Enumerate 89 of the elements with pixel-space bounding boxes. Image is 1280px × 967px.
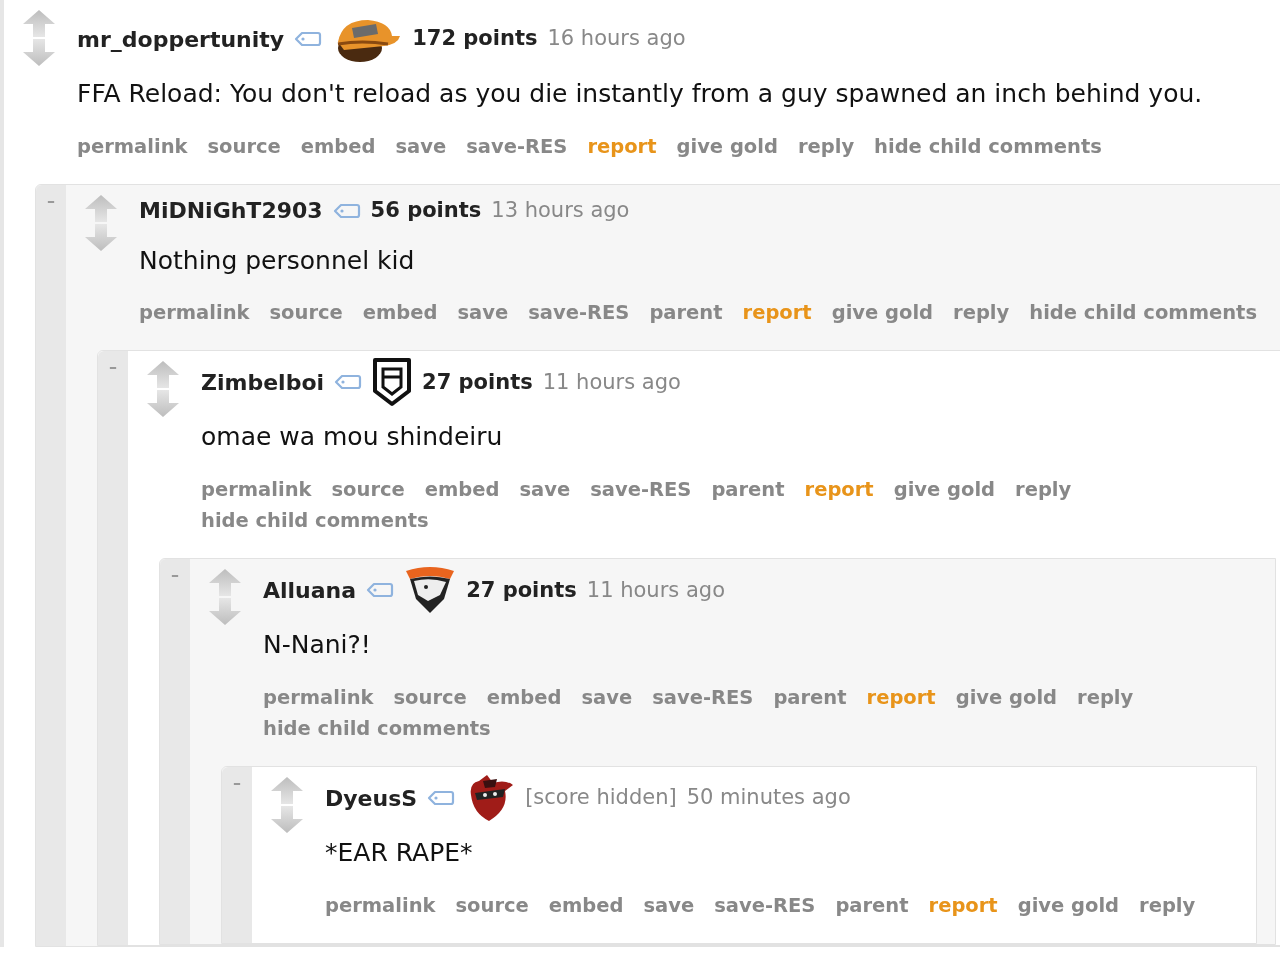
score-text: 172 points [412, 25, 538, 53]
action-link[interactable]: save-RES [652, 681, 754, 713]
action-link[interactable]: report [742, 297, 812, 329]
action-link[interactable]: embed [300, 130, 376, 162]
action-link[interactable]: report [928, 889, 998, 921]
action-link[interactable]: give gold [1017, 889, 1120, 921]
action-link[interactable]: parent [773, 681, 847, 713]
username-link[interactable]: Alluana [263, 573, 357, 607]
action-link[interactable]: source [393, 681, 467, 713]
tag-icon[interactable] [294, 31, 323, 47]
action-link[interactable]: save-RES [528, 297, 630, 329]
comment-text: Nothing personnel kid [139, 244, 416, 277]
action-link[interactable]: give gold [893, 473, 996, 506]
action-link[interactable]: save-RES [590, 473, 692, 506]
action-link[interactable]: save [519, 473, 571, 506]
username-link[interactable]: Zimbelboi [201, 365, 325, 399]
action-link[interactable]: reply [1077, 681, 1134, 713]
action-link[interactable]: save-RES [466, 130, 568, 162]
action-link[interactable]: parent [711, 473, 785, 506]
action-link[interactable]: reply [1015, 473, 1072, 506]
collapse-toggle[interactable]: – [233, 775, 241, 792]
action-link[interactable]: hide child comments [874, 130, 1102, 162]
action-link[interactable]: save [395, 130, 447, 162]
action-link[interactable]: embed [362, 297, 438, 329]
action-link[interactable]: reply [953, 297, 1010, 329]
comment-text: *EAR RAPE* [325, 837, 474, 870]
shield-icon [372, 357, 413, 408]
emblem-icon [404, 565, 457, 616]
action-link[interactable]: permalink [201, 473, 312, 506]
tag-icon[interactable] [427, 790, 456, 807]
action-link[interactable]: embed [486, 681, 562, 713]
action-link[interactable]: hide child comments [1029, 297, 1257, 329]
tag-icon[interactable] [334, 374, 363, 391]
upvote-arrow-icon[interactable] [209, 569, 241, 597]
action-link[interactable]: report [804, 473, 874, 506]
timestamp-text: 16 hours ago [547, 25, 686, 53]
timestamp-text: 50 minutes ago [686, 784, 851, 812]
action-link[interactable]: source [455, 889, 529, 921]
action-link[interactable]: permalink [325, 889, 436, 921]
timestamp-text: 11 hours ago [542, 368, 681, 396]
collapse-toggle[interactable]: – [47, 192, 55, 209]
action-link[interactable]: report [866, 681, 936, 713]
downvote-arrow-icon[interactable] [23, 39, 55, 66]
score-text: 27 points [422, 368, 533, 396]
action-link[interactable]: permalink [139, 297, 250, 329]
tag-icon[interactable] [332, 202, 361, 219]
downvote-arrow-icon[interactable] [147, 390, 179, 418]
tag-icon[interactable] [366, 582, 395, 599]
action-link[interactable]: source [331, 473, 405, 506]
username-link[interactable]: mr_doppertunity [77, 22, 285, 56]
action-link[interactable]: reply [797, 130, 855, 162]
action-link[interactable]: give gold [955, 681, 1058, 713]
action-link[interactable]: permalink [263, 681, 374, 713]
upvote-arrow-icon[interactable] [85, 194, 117, 222]
action-link[interactable]: source [207, 130, 281, 162]
action-link[interactable]: source [269, 297, 343, 329]
action-link[interactable]: give gold [831, 297, 934, 329]
upvote-arrow-icon[interactable] [147, 361, 179, 389]
action-link[interactable]: save [643, 889, 695, 921]
action-link[interactable]: save-RES [714, 889, 816, 921]
timestamp-text: 13 hours ago [491, 196, 630, 224]
timestamp-text: 11 hours ago [586, 576, 725, 604]
action-link[interactable]: embed [548, 889, 624, 921]
action-link[interactable]: permalink [77, 130, 188, 162]
upvote-arrow-icon[interactable] [23, 10, 55, 37]
downvote-arrow-icon[interactable] [209, 598, 241, 626]
collapse-toggle[interactable]: – [171, 567, 179, 584]
action-link[interactable]: reply [1139, 889, 1196, 921]
comment-text: FFA Reload: You don't reload as you die instantly from a guy spawned an inch behind you. [77, 78, 1204, 110]
username-link[interactable]: DyeusS [325, 781, 418, 815]
action-link[interactable]: embed [424, 473, 500, 506]
upvote-arrow-icon[interactable] [271, 777, 303, 805]
downvote-arrow-icon[interactable] [85, 223, 117, 251]
action-link[interactable]: give gold [676, 130, 778, 162]
action-link[interactable]: save [457, 297, 509, 329]
action-link[interactable]: report [587, 130, 657, 162]
action-link[interactable]: parent [835, 889, 909, 921]
downvote-arrow-icon[interactable] [271, 806, 303, 834]
action-link[interactable]: save [581, 681, 633, 713]
score-text: [score hidden] [525, 784, 677, 812]
collapse-toggle[interactable]: – [109, 359, 117, 376]
username-link[interactable]: MiDNiGhT2903 [139, 194, 323, 228]
action-link[interactable]: parent [649, 297, 723, 329]
score-text: 27 points [466, 576, 577, 604]
action-link[interactable]: hide child comments [201, 505, 429, 537]
comment-text: N-Nani?! [263, 629, 372, 662]
action-link[interactable]: hide child comments [263, 712, 491, 745]
score-text: 56 points [370, 196, 482, 224]
comment-text: omae wa mou shindeiru [201, 421, 504, 454]
